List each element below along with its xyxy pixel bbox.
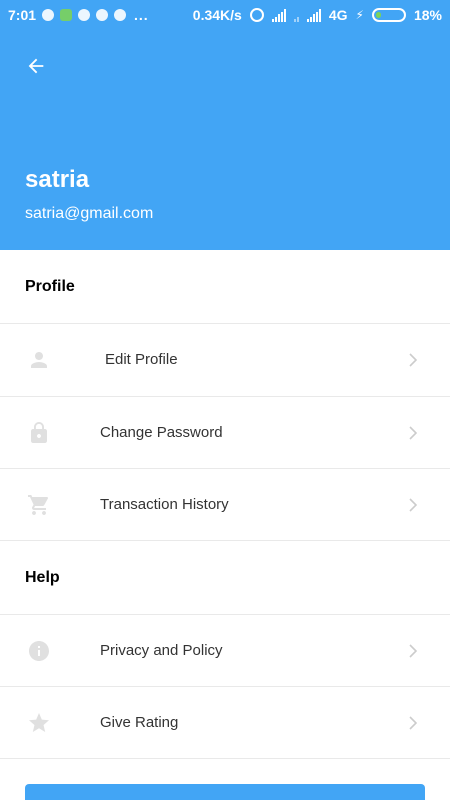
network-type: 4G	[328, 7, 348, 23]
menu-item-label: Privacy and Policy	[100, 642, 223, 659]
menu-item-label: Change Password	[100, 424, 223, 441]
signal-icon	[271, 8, 286, 22]
chevron-right-icon	[408, 352, 418, 368]
info-icon	[27, 639, 51, 663]
chevron-right-icon	[408, 425, 418, 441]
cart-icon	[27, 493, 51, 517]
menu-item-label: Give Rating	[100, 714, 179, 731]
lock-icon	[27, 421, 51, 445]
charging-icon: ⚡	[355, 8, 364, 22]
line-app-icon	[60, 9, 73, 21]
chevron-right-icon	[408, 643, 418, 659]
person-icon	[27, 348, 51, 372]
section-title-profile: Profile	[25, 278, 75, 295]
status-bar: 7:01 ... 0.34K/s 4G ⚡ 18%	[0, 0, 450, 32]
bottom-action-button[interactable]	[25, 784, 425, 800]
divider	[0, 758, 450, 759]
clock-icon-2	[114, 9, 127, 21]
section-title-help: Help	[25, 569, 60, 586]
network-speed: 0.34K/s	[192, 7, 242, 23]
menu-item-privacy-policy[interactable]: Privacy and Policy	[0, 615, 450, 687]
status-bar-left: 7:01 ...	[8, 7, 149, 23]
chevron-right-icon	[408, 497, 418, 513]
status-bar-right: 0.34K/s 4G ⚡ 18%	[193, 7, 442, 23]
battery-percent: 18%	[413, 7, 442, 23]
battery-icon	[371, 8, 406, 22]
maps-icon	[78, 9, 91, 21]
user-name: satria	[25, 166, 90, 193]
more-notifications: ...	[134, 7, 149, 23]
user-email: satria@gmail.com	[25, 205, 154, 222]
data-transfer-icon	[293, 9, 299, 22]
menu-item-give-rating[interactable]: Give Rating	[0, 687, 450, 759]
alarm-icon	[249, 8, 264, 22]
profile-header: 7:01 ... 0.34K/s 4G ⚡ 18% satria satria@…	[0, 0, 450, 250]
star-icon	[27, 711, 51, 735]
divider	[0, 540, 450, 541]
usb-icon	[42, 9, 55, 21]
signal-icon-2	[306, 8, 321, 22]
clock-icon	[96, 9, 109, 21]
arrow-back-icon	[28, 58, 44, 74]
menu-item-transaction-history[interactable]: Transaction History	[0, 469, 450, 541]
menu-item-edit-profile[interactable]: Edit Profile	[0, 324, 450, 396]
menu-item-label: Edit Profile	[105, 351, 178, 368]
menu-item-change-password[interactable]: Change Password	[0, 397, 450, 469]
battery-level	[375, 12, 381, 18]
menu-item-label: Transaction History	[100, 496, 229, 513]
status-time: 7:01	[8, 7, 37, 23]
back-button[interactable]	[20, 50, 52, 82]
chevron-right-icon	[408, 715, 418, 731]
